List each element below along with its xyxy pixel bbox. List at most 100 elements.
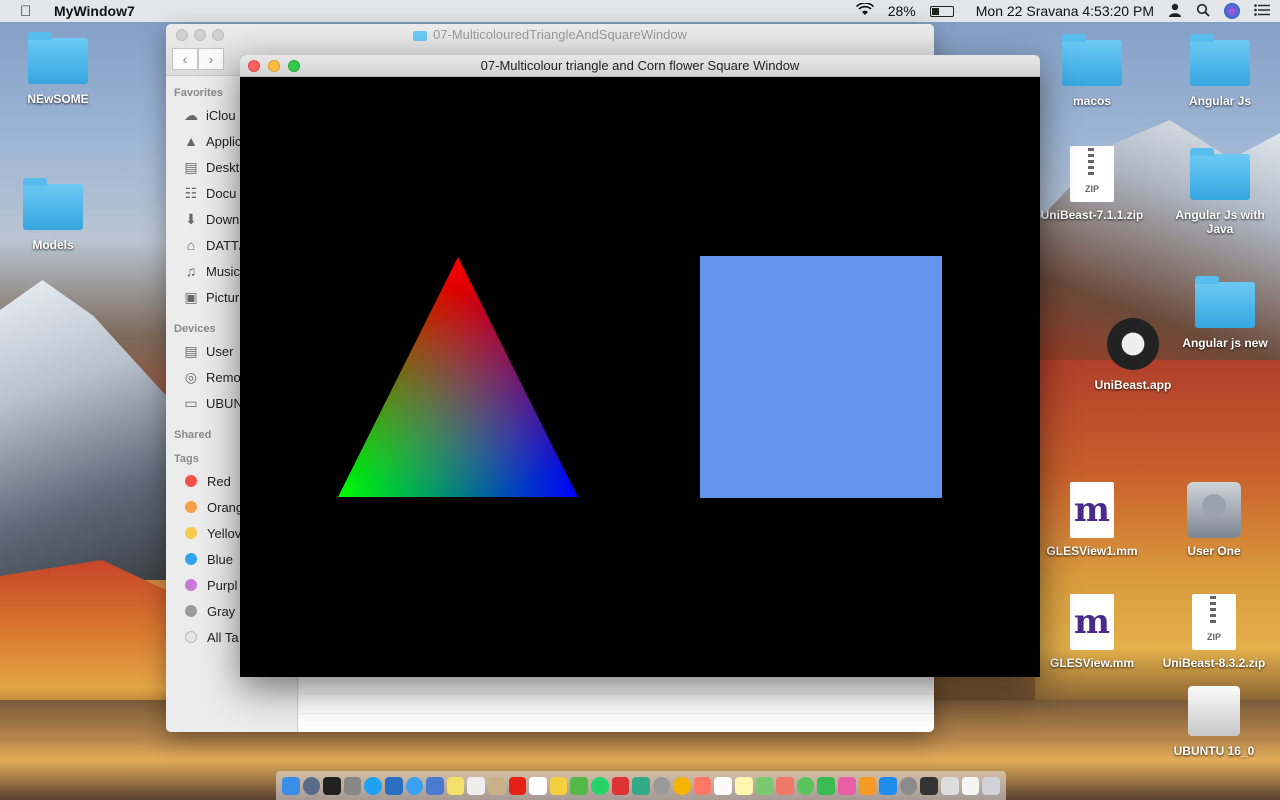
cards-dock-icon[interactable] — [487, 776, 506, 795]
reminders-dock-icon[interactable] — [714, 776, 733, 795]
dock — [276, 771, 1006, 800]
gl-titlebar[interactable]: 07-Multicolour triangle and Corn flower … — [240, 55, 1040, 77]
utorrent-dock-icon[interactable] — [570, 776, 588, 795]
safari-dock-icon[interactable] — [405, 776, 424, 795]
gl-canvas[interactable] — [240, 77, 1040, 677]
desktop-drive-ubuntu[interactable]: UBUNTU 16_0 — [1159, 686, 1269, 758]
opengl-window[interactable]: 07-Multicolour triangle and Corn flower … — [240, 55, 1040, 677]
skype-dock-icon[interactable] — [364, 776, 382, 795]
back-button[interactable]: ‹ — [172, 48, 198, 70]
desktop-icon-label: GLESView.mm — [1049, 656, 1135, 670]
terminal-dock-icon[interactable] — [323, 776, 341, 795]
system-preferences-dock-icon[interactable] — [899, 776, 918, 795]
user-icon[interactable] — [1168, 3, 1182, 20]
desktop-folder-angular-js[interactable]: Angular Js — [1165, 34, 1275, 108]
calendar-dock-icon[interactable] — [529, 776, 547, 795]
maps-dock-icon[interactable] — [755, 776, 774, 795]
preview-dock-icon[interactable] — [941, 776, 959, 795]
external-drive-icon — [1188, 686, 1240, 736]
xcode-dock-icon[interactable] — [426, 776, 444, 795]
launchpad-dock-icon[interactable] — [302, 776, 321, 795]
photos-dock-icon[interactable] — [693, 776, 712, 795]
objc-file-icon: m — [1070, 594, 1114, 650]
disc-icon: ◎ — [184, 368, 198, 385]
folder-icon — [23, 178, 83, 230]
battery-icon[interactable] — [929, 5, 954, 17]
stickies-dock-icon[interactable] — [549, 776, 568, 795]
gl-window-title: 07-Multicolour triangle and Corn flower … — [480, 58, 800, 73]
flag-dock-icon[interactable] — [632, 776, 650, 795]
apple-menu-icon[interactable]:  — [20, 3, 40, 20]
desktop-icon-label: Angular js new — [1182, 336, 1268, 350]
ibooks-dock-icon[interactable] — [858, 776, 877, 795]
menubar-clock[interactable]: Mon 22 Sravana 4:53:20 PM — [976, 3, 1154, 19]
forward-button[interactable]: › — [198, 48, 224, 70]
messages-dock-icon[interactable] — [796, 776, 815, 795]
desktop-icon-label: UniBeast-8.3.2.zip — [1162, 656, 1266, 670]
folder-icon — [413, 30, 428, 41]
menu-bar:  MyWindow7 28% Mon 22 Sravana 4:53:20 P… — [0, 0, 1280, 22]
itunes-dock-icon[interactable] — [838, 776, 856, 795]
chrome-dock-icon[interactable] — [673, 776, 691, 795]
youtube-dock-icon[interactable] — [508, 776, 527, 795]
rocket-dock-icon[interactable] — [343, 776, 362, 795]
drive-icon: ▤ — [184, 342, 198, 359]
music-icon: ♫ — [185, 263, 197, 279]
desktop-icon-label: Models — [32, 238, 74, 252]
desktop-folder-angular-js-new[interactable]: Angular js new — [1170, 276, 1280, 350]
desktop-file-unibeast-711-zip[interactable]: ZIP UniBeast-7.1.1.zip — [1037, 146, 1147, 222]
desktop-drive-user-one[interactable]: User One — [1159, 482, 1269, 558]
desktop-icon-label: macos — [1072, 94, 1112, 108]
desktop-folder-macos[interactable]: macos — [1037, 34, 1147, 108]
finder-title: 07-MulticolouredTriangleAndSquareWindow — [166, 27, 934, 42]
finder-file-list[interactable] — [299, 674, 934, 732]
wallpaper-mountain-left — [0, 280, 170, 580]
documents-icon: ☷ — [184, 184, 198, 201]
downloads-icon: ⬇ — [185, 210, 197, 227]
desktop-file-unibeast-832-zip[interactable]: ZIP UniBeast-8.3.2.zip — [1159, 594, 1269, 670]
facetime-dock-icon[interactable] — [817, 776, 836, 795]
desktop-icon-label: GLESView1.mm — [1046, 544, 1138, 558]
red-tag-dot — [185, 475, 197, 487]
folder-icon — [1190, 148, 1250, 200]
blue-tag-dot — [185, 553, 197, 565]
folder-icon — [28, 32, 88, 84]
desktop-icon: ▤ — [184, 158, 198, 175]
trash-dock-icon[interactable] — [982, 776, 1000, 795]
folder-icon — [1195, 276, 1255, 328]
settings-dock-icon[interactable] — [652, 776, 671, 795]
desktop-folder-newsome[interactable]: NEwSOME — [3, 32, 113, 106]
all-tags-dot — [185, 631, 197, 643]
pictures-icon: ▣ — [184, 288, 198, 305]
notes-dock-icon[interactable] — [446, 776, 465, 795]
finder-dock-icon[interactable] — [282, 776, 300, 795]
notes2-dock-icon[interactable] — [735, 776, 753, 795]
desktop-icon-label: UniBeast.app — [1094, 378, 1172, 392]
contacts-dock-icon[interactable] — [384, 776, 403, 795]
document-dock-icon[interactable] — [467, 776, 485, 795]
whatsapp-dock-icon[interactable] — [590, 776, 609, 795]
wifi-icon[interactable] — [855, 2, 874, 19]
app-store-dock-icon[interactable] — [879, 776, 897, 795]
desktop-file-glesview-mm[interactable]: m GLESView.mm — [1037, 594, 1147, 670]
folder-icon — [1062, 34, 1122, 86]
finder-nav-buttons[interactable]: ‹ › — [172, 48, 224, 70]
desktop-icon-label: Angular Js — [1188, 94, 1251, 108]
zip-file-icon: ZIP — [1192, 594, 1236, 650]
app-dock-icon[interactable] — [611, 776, 630, 795]
desktop-folder-models[interactable]: Models — [0, 178, 108, 252]
usb-drive-icon — [1107, 318, 1159, 370]
hard-drive-icon — [1187, 482, 1241, 538]
battery-percent[interactable]: 28% — [888, 3, 916, 19]
spotlight-search-icon[interactable] — [1196, 3, 1210, 20]
desktop-folder-angular-js-with-java[interactable]: Angular Js with Java — [1165, 148, 1275, 236]
dvd-dock-icon[interactable] — [920, 776, 938, 795]
app-menu-name[interactable]: MyWindow7 — [54, 3, 135, 19]
desktop-file-glesview1-mm[interactable]: m GLESView1.mm — [1037, 482, 1147, 558]
notification-center-icon[interactable] — [1254, 3, 1270, 19]
purple-tag-dot — [185, 579, 197, 591]
photos2-dock-icon[interactable] — [776, 776, 794, 795]
textedit-dock-icon[interactable] — [961, 776, 980, 795]
desktop-icon-label: NEwSOME — [27, 92, 89, 106]
siri-icon[interactable] — [1224, 3, 1240, 19]
